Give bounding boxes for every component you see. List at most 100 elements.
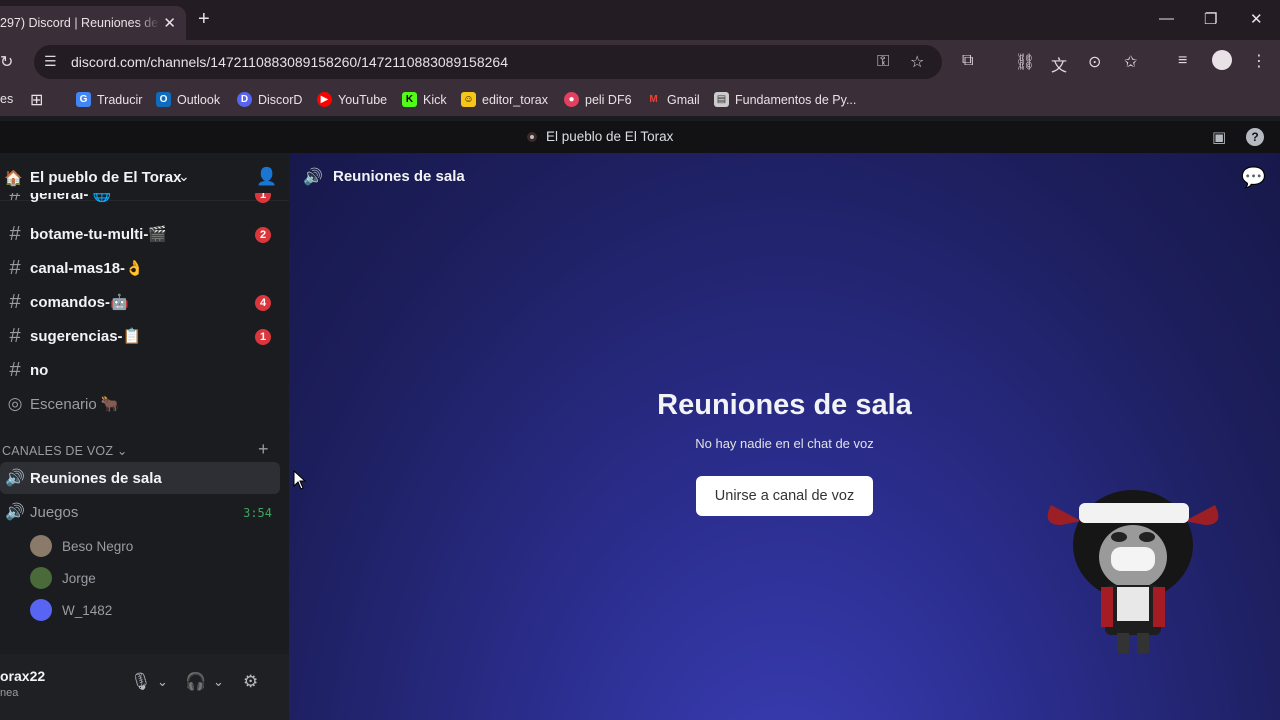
voice-channels-section[interactable]: CANALES DE VOZ ⌄ [2, 443, 128, 458]
new-tab-icon[interactable]: + [198, 8, 210, 31]
bookmark-youtube[interactable]: ▶ YouTube [317, 92, 387, 107]
chevron-down-icon[interactable]: ⌄ [178, 168, 190, 185]
voice-heading: Reuniones de sala [657, 389, 912, 421]
bookmark-kick[interactable]: K Kick [402, 92, 447, 107]
peli-favicon-icon: ● [564, 92, 579, 107]
help-icon[interactable]: ? [1246, 128, 1264, 146]
close-tab-icon[interactable]: ✕ [163, 14, 176, 32]
voice-channel-reuniones[interactable]: 🔊 Reuniones de sala [0, 462, 280, 494]
apps-grid-icon[interactable]: ⊞ [30, 90, 43, 110]
bookmark-fundamentos[interactable]: ▤ Fundamentos de Py... [714, 92, 856, 107]
translate-icon[interactable]: 文 [1051, 52, 1067, 76]
site-settings-icon[interactable]: ☰ [44, 53, 57, 70]
invite-people-icon[interactable]: 👤 [256, 167, 277, 187]
channel-no[interactable]: # no [0, 354, 280, 386]
user-status: nea [0, 687, 19, 699]
mouse-cursor-icon [293, 470, 307, 490]
speaker-icon: 🔊 [303, 169, 323, 186]
translate-favicon-icon: G [76, 92, 91, 107]
text-channel-icon: # [9, 222, 21, 245]
window-title: El pueblo de El Torax [546, 129, 674, 144]
restore-icon[interactable]: ❐ [1204, 10, 1217, 28]
url-text[interactable]: discord.com/channels/1472110883089158260… [71, 54, 508, 70]
add-channel-icon[interactable]: + [258, 439, 269, 460]
youtube-favicon-icon: ▶ [317, 92, 332, 107]
speaker-icon: 🔊 [5, 470, 25, 487]
channel-sugerencias[interactable]: # sugerencias-📋 1 [0, 320, 280, 352]
folder-favicon-icon: ☺ [461, 92, 476, 107]
bookmark-partial[interactable]: es [0, 92, 13, 106]
voice-empty-message: No hay nadie en el chat de voz [695, 436, 874, 451]
channel-general[interactable]: # general- 🌐 1 [0, 193, 280, 209]
browser-toolbar: ↻ ☰ discord.com/channels/147211088308915… [0, 40, 1280, 84]
unread-badge: 1 [255, 329, 271, 345]
channel-escenario[interactable]: ◎ Escenario 🐂 [0, 388, 280, 420]
bookmarks-bar: es ⊞ G Traducir O Outlook D DiscorD ▶ YouTub… [0, 84, 1280, 116]
profile-avatar-icon[interactable] [1212, 50, 1232, 70]
user-panel: orax22 nea 🎙 ⌄ 🎧 ⌄ ⚙ [0, 654, 289, 720]
nsfw-channel-icon: # [9, 256, 21, 279]
chevron-down-icon[interactable]: ⌄ [157, 674, 168, 690]
chevron-down-icon[interactable]: ⌄ [213, 674, 224, 690]
address-bar[interactable]: ☰ discord.com/channels/14721108830891582… [34, 45, 942, 79]
server-name[interactable]: El pueblo de El Torax [30, 169, 181, 186]
document-favicon-icon: ▤ [714, 92, 729, 107]
text-channel-icon: # [9, 290, 21, 313]
password-key-icon[interactable]: ⚿ [877, 53, 889, 71]
channel-header-title: Reuniones de sala [333, 168, 465, 185]
unread-badge: 2 [255, 227, 271, 243]
minimize-icon[interactable]: — [1159, 10, 1174, 27]
join-voice-button[interactable]: Unirse a canal de voz [696, 476, 873, 516]
menu-kebab-icon[interactable]: ⋮ [1251, 51, 1267, 71]
chat-bubble-icon[interactable]: 💬 [1241, 165, 1266, 190]
outlook-favicon-icon: O [156, 92, 171, 107]
close-window-icon[interactable]: ✕ [1250, 10, 1263, 28]
avatar [30, 599, 52, 621]
voice-channel-juegos[interactable]: 🔊 Juegos 3:54 [0, 496, 280, 528]
bookmark-peli-df6[interactable]: ● peli DF6 [564, 92, 632, 107]
voice-channel-main: 🔊 Reuniones de sala 💬 Reuniones de sala … [289, 153, 1280, 720]
voice-timer: 3:54 [243, 506, 272, 520]
media-icon[interactable]: ≡ [1178, 52, 1187, 70]
server-home-icon: 🏠 [4, 170, 23, 187]
unread-badge: 4 [255, 295, 271, 311]
microphone-icon[interactable]: 🎙 [130, 672, 152, 692]
channel-botame-tu-multi[interactable]: # botame-tu-multi-🎬 2 [0, 218, 280, 250]
voice-member[interactable]: Jorge [30, 564, 96, 592]
link-icon[interactable]: ⛓ [1015, 52, 1035, 72]
username[interactable]: orax22 [0, 668, 45, 684]
bookmark-star-icon[interactable]: ☆ [910, 52, 924, 72]
bookmark-gmail[interactable]: M Gmail [646, 92, 699, 107]
avatar [30, 535, 52, 557]
text-channel-icon: # [9, 193, 21, 205]
bookmark-traducir[interactable]: G Traducir [76, 92, 142, 107]
extensions-icon[interactable]: ⧉ [962, 52, 973, 70]
speaker-icon: 🔊 [5, 504, 25, 521]
channel-sidebar: 🏠 El pueblo de El Torax ⌄ 👤 # general- 🌐… [0, 153, 289, 720]
discord-title-bar: El pueblo de El Torax ▣ ? [0, 121, 1280, 153]
server-logo-icon [527, 132, 537, 142]
voice-member[interactable]: W_1482 [30, 596, 112, 624]
channel-canal-mas18[interactable]: # canal-mas18-👌 [0, 252, 280, 284]
browser-tab-bar: 297) Discord | Reuniones de s ✕ + — ❐ ✕ [0, 0, 1280, 40]
nsfw-channel-icon: # [9, 358, 21, 381]
mascot-sticker-icon [1047, 490, 1219, 653]
voice-member[interactable]: Beso Negro [30, 532, 133, 560]
gmail-favicon-icon: M [649, 94, 658, 105]
unread-badge: 1 [255, 193, 271, 203]
inbox-icon[interactable]: ▣ [1212, 128, 1226, 146]
bookmark-outlook[interactable]: O Outlook [156, 92, 220, 107]
stage-channel-icon: ◎ [7, 394, 23, 413]
tab-title: 297) Discord | Reuniones de s [0, 16, 160, 30]
text-channel-icon: # [9, 324, 21, 347]
channel-comandos[interactable]: # comandos-🤖 4 [0, 286, 280, 318]
screenshot-icon[interactable]: ⊙ [1088, 52, 1101, 72]
kick-favicon-icon: K [402, 92, 417, 107]
headphones-icon[interactable]: 🎧 [185, 672, 206, 692]
bookmark-editor-torax[interactable]: ☺ editor_torax [461, 92, 548, 107]
reload-icon[interactable]: ↻ [0, 52, 13, 72]
favorites-icon[interactable]: ✩ [1124, 52, 1137, 72]
settings-gear-icon[interactable]: ⚙ [243, 672, 258, 692]
bookmark-discord[interactable]: D DiscorD [237, 92, 302, 107]
browser-tab-discord[interactable]: 297) Discord | Reuniones de s ✕ [0, 6, 186, 40]
